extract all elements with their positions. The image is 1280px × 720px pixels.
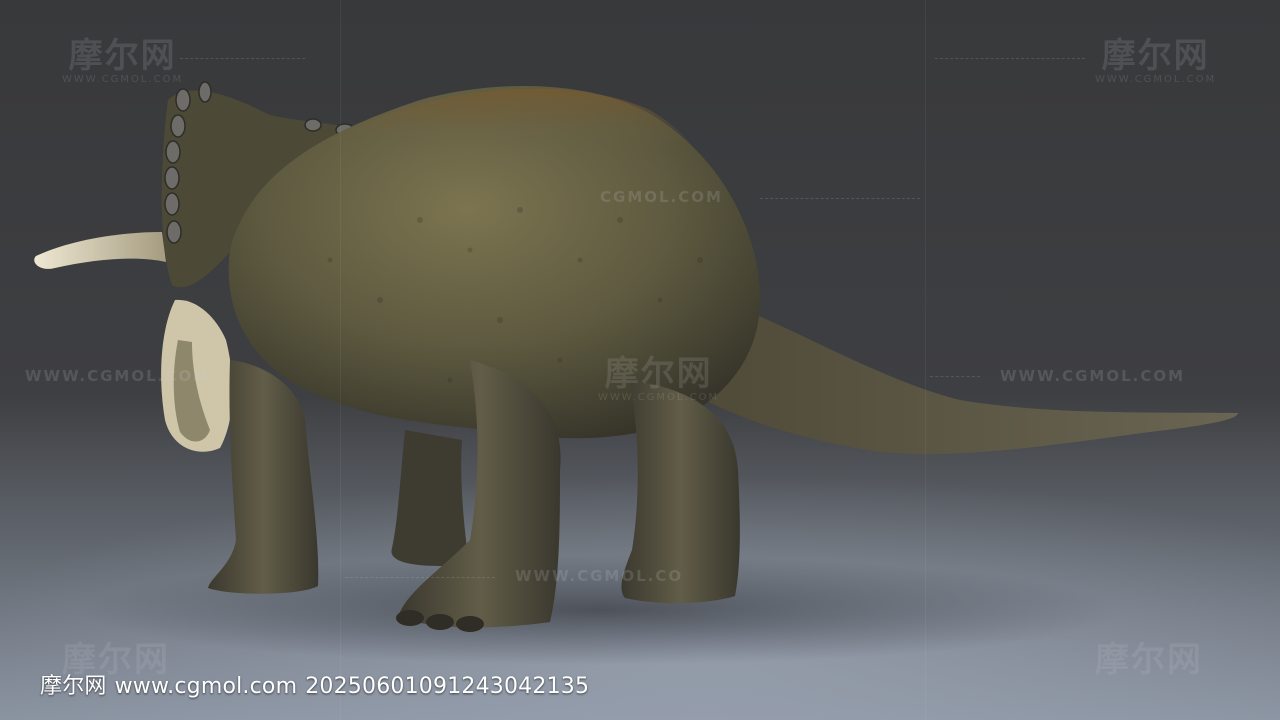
- caption-url: www.cgmol.com: [114, 674, 298, 699]
- watermark-dash: [760, 198, 920, 199]
- image-caption: 摩尔网 www.cgmol.com 20250601091243042135: [40, 668, 589, 700]
- watermark-dash: [930, 376, 980, 377]
- watermark-dash: [180, 58, 305, 59]
- guide-line: [340, 0, 341, 720]
- caption-site-name: 摩尔网: [40, 674, 107, 699]
- triceratops-render: [0, 0, 1280, 720]
- render-viewport: 摩尔网 WWW.CGMOL.COM 摩尔网 WWW.CGMOL.COM 摩尔网 …: [0, 0, 1280, 720]
- caption-id: 20250601091243042135: [305, 674, 590, 699]
- watermark-dash: [345, 577, 495, 578]
- watermark-dash: [935, 58, 1085, 59]
- guide-line: [925, 0, 926, 720]
